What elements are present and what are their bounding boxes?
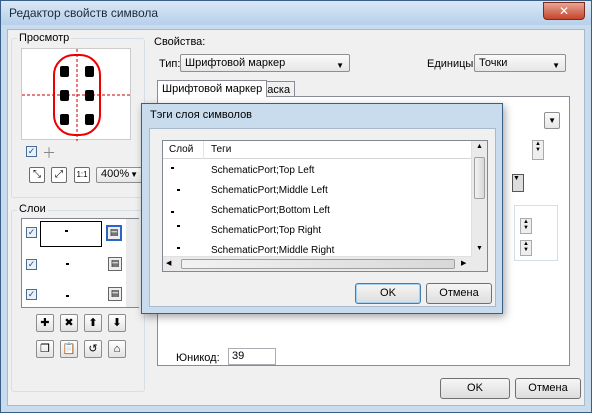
- unicode-field[interactable]: 39: [228, 348, 276, 365]
- actual-size-icon[interactable]: 1:1: [74, 167, 90, 183]
- layer-tags-dialog: Тэги слоя символов Слой Теги SchematicPo…: [141, 103, 503, 314]
- zoom-value: 400%: [101, 168, 130, 180]
- preview-label: Просмотр: [17, 32, 72, 44]
- row-tag: SchematicPort;Bottom Left: [211, 205, 330, 216]
- color-dropdown[interactable]: ▼: [512, 174, 524, 192]
- units-select[interactable]: Точки ▼: [474, 54, 566, 72]
- row-tag: SchematicPort;Middle Left: [211, 185, 328, 196]
- dialog-cancel-button[interactable]: Отмена: [426, 283, 492, 304]
- scroll-corner: [473, 257, 487, 271]
- layer-lock-icon[interactable]: ▤: [108, 287, 122, 301]
- dialog-client: Слой Теги SchematicPort;Top Left Schemat…: [149, 128, 496, 307]
- scroll-down-icon[interactable]: ▼: [476, 245, 483, 252]
- scroll-up-icon[interactable]: ▲: [476, 143, 483, 150]
- layer-thumbnail[interactable]: [40, 221, 102, 247]
- units-label: Единицы:: [427, 58, 477, 70]
- copy-icon[interactable]: ❐: [36, 340, 54, 358]
- row-tag: SchematicPort;Middle Right: [211, 245, 335, 256]
- crosshair-icon[interactable]: ＋: [42, 143, 56, 163]
- scroll-thumb[interactable]: [474, 157, 485, 199]
- type-label: Тип:: [159, 58, 181, 70]
- column-layer[interactable]: Слой: [169, 144, 193, 155]
- layers-scrollbar[interactable]: [126, 219, 139, 307]
- cancel-button[interactable]: Отмена: [515, 378, 581, 399]
- layer-thumbnail[interactable]: [66, 295, 69, 297]
- layers-list[interactable]: ✓ ▤ ✓ ▤ ✓ ▤: [21, 218, 139, 308]
- units-value: Точки: [479, 57, 508, 69]
- type-value: Шрифтовой маркер: [185, 57, 286, 69]
- tag-icon[interactable]: ⌂: [108, 340, 126, 358]
- table-row[interactable]: SchematicPort;Top Left: [163, 161, 472, 181]
- layer-visible-checkbox[interactable]: ✓: [26, 227, 37, 238]
- scroll-left-icon[interactable]: ◀: [166, 259, 171, 267]
- layers-label: Слои: [17, 203, 48, 215]
- delete-layer-icon[interactable]: ✖: [60, 314, 78, 332]
- tags-list-header: Слой Теги: [163, 141, 472, 159]
- spin-buttons[interactable]: ▲ ▼: [520, 240, 532, 256]
- layer-lock-icon[interactable]: ▤: [108, 257, 122, 271]
- move-down-icon[interactable]: ⬇: [108, 314, 126, 332]
- layer-visible-checkbox[interactable]: ✓: [26, 259, 37, 270]
- chevron-down-icon: ▼: [336, 61, 344, 70]
- chevron-down-icon: ▼: [548, 116, 556, 125]
- spin-buttons[interactable]: ▲ ▼: [532, 140, 544, 160]
- paste-icon[interactable]: 📋: [60, 340, 78, 358]
- reset-icon[interactable]: ↺: [84, 340, 102, 358]
- layer-visible-checkbox[interactable]: ✓: [26, 289, 37, 300]
- spin-buttons[interactable]: ▲ ▼: [520, 218, 532, 234]
- preview-canvas: [21, 48, 132, 141]
- window-title: Редактор свойств символа: [9, 6, 159, 20]
- table-row[interactable]: SchematicPort;Top Right: [163, 221, 472, 241]
- scroll-thumb[interactable]: [181, 259, 455, 269]
- tags-vertical-scrollbar[interactable]: ▲ ▼: [471, 141, 487, 257]
- symbol-preview: [22, 49, 132, 141]
- unicode-label: Юникод:: [176, 352, 220, 364]
- table-row[interactable]: SchematicPort;Middle Left: [163, 181, 472, 201]
- zoom-fit-icon[interactable]: ⤡: [29, 167, 45, 183]
- tab-font-marker[interactable]: Шрифтовой маркер: [157, 80, 268, 97]
- tags-list[interactable]: Слой Теги SchematicPort;Top Left Schemat…: [162, 140, 488, 272]
- close-button[interactable]: ✕: [543, 2, 585, 20]
- layer-lock-icon[interactable]: ▤: [106, 225, 122, 241]
- table-row[interactable]: SchematicPort;Bottom Left: [163, 201, 472, 221]
- dialog-ok-button[interactable]: OK: [355, 283, 421, 304]
- zoom-extent-icon[interactable]: ⤢: [51, 167, 67, 183]
- chevron-down-icon: ▼: [130, 170, 138, 179]
- type-select[interactable]: Шрифтовой маркер ▼: [180, 54, 350, 72]
- preview-checkbox[interactable]: ✓: [26, 146, 37, 157]
- add-layer-icon[interactable]: ✚: [36, 314, 54, 332]
- row-tag: SchematicPort;Top Right: [211, 225, 322, 236]
- zoom-select[interactable]: 400% ▼: [96, 167, 144, 183]
- ok-button[interactable]: OK: [440, 378, 510, 399]
- row-tag: SchematicPort;Top Left: [211, 165, 315, 176]
- layer-thumbnail[interactable]: [66, 263, 69, 265]
- title-bar: Редактор свойств символа ✕: [1, 1, 591, 25]
- dialog-title: Тэги слоя символов: [150, 109, 253, 121]
- font-select-arrow[interactable]: ▼: [544, 112, 560, 129]
- scroll-right-icon[interactable]: ▶: [461, 259, 466, 267]
- move-up-icon[interactable]: ⬆: [84, 314, 102, 332]
- tags-horizontal-scrollbar[interactable]: ◀ ▶: [163, 256, 473, 271]
- chevron-down-icon: ▼: [552, 61, 560, 70]
- properties-label: Свойства:: [154, 36, 206, 48]
- column-tags[interactable]: Теги: [211, 144, 231, 155]
